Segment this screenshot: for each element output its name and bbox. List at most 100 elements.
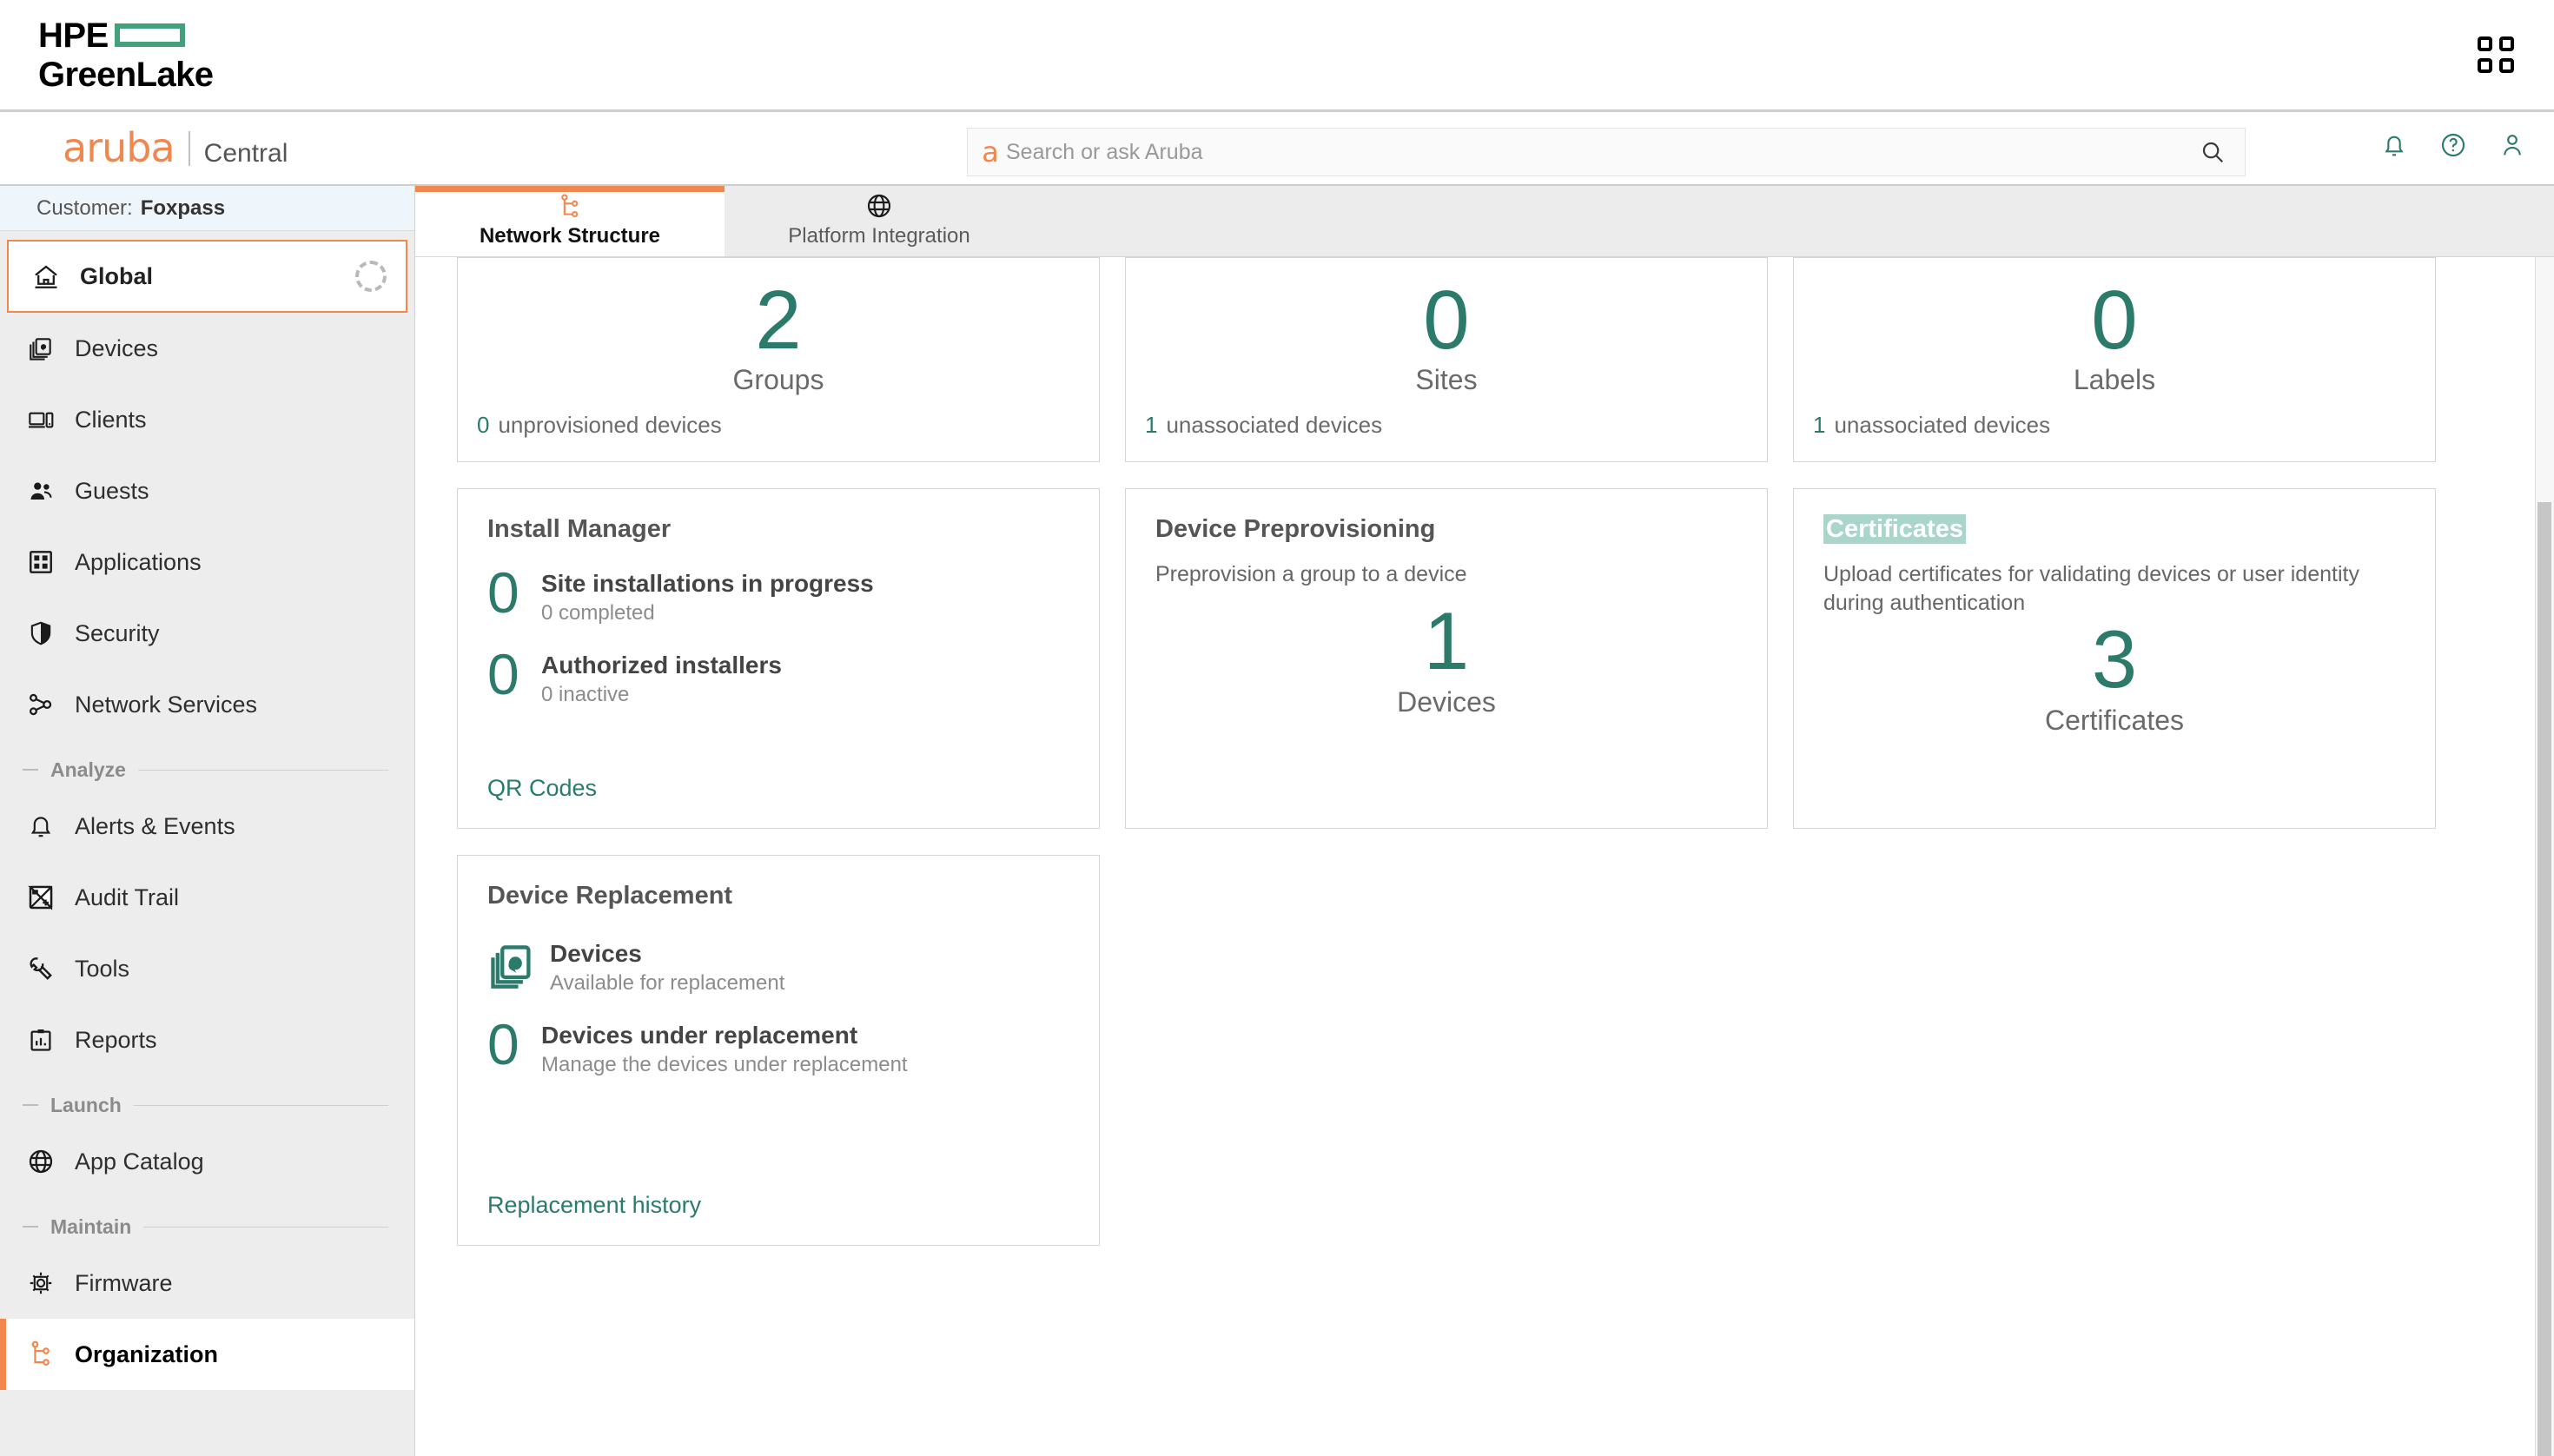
customer-context-bar[interactable]: Customer: Foxpass [0, 186, 414, 231]
device-replacement-metric-under-replacement[interactable]: 0 Devices under replacement Manage the d… [487, 1016, 1069, 1077]
certificates-description: Upload certificates for validating devic… [1823, 562, 2359, 615]
install-manager-card[interactable]: Install Manager 0 Site installations in … [457, 488, 1100, 829]
stat-sub-line[interactable]: 0 unprovisioned devices [477, 412, 1080, 439]
certificates-count: 3 [2091, 613, 2138, 705]
gear-chip-icon [26, 1269, 56, 1297]
reports-clipboard-icon [26, 1026, 56, 1054]
stat-number-wrap: 0 Sites [1145, 273, 1748, 396]
wrench-icon [26, 955, 56, 983]
scrollbar-thumb[interactable] [2537, 502, 2551, 1456]
section-rule [143, 1226, 388, 1228]
feature-card-row-2: Device Replacement Devices Available for… [457, 855, 2493, 1246]
device-replacement-card[interactable]: Device Replacement Devices Available for… [457, 855, 1100, 1246]
sidebar-item-applications[interactable]: Applications [0, 526, 414, 598]
tab-network-structure-label: Network Structure [479, 224, 661, 248]
home-icon [31, 261, 61, 291]
hpe-greenlake-logo[interactable]: HPE GreenLake [38, 16, 214, 92]
sidebar-item-label: App Catalog [75, 1148, 204, 1175]
sidebar-item-audit-trail[interactable]: Audit Trail [0, 862, 414, 933]
sidebar-item-label: Network Services [75, 691, 258, 718]
certificates-card[interactable]: Certificates Upload certificates for val… [1793, 488, 2436, 829]
sidebar-section-launch: Launch [0, 1075, 414, 1126]
stat-number: 0 [1423, 273, 1470, 367]
header-icon-group [2380, 131, 2526, 159]
stat-sub-number: 0 [477, 412, 490, 438]
guests-people-icon [26, 477, 56, 505]
sidebar-item-tools[interactable]: Tools [0, 933, 414, 1004]
groups-stat-card[interactable]: 2 Groups 0 unprovisioned devices [457, 257, 1100, 462]
search-input[interactable] [1006, 139, 2200, 165]
stat-sub-line[interactable]: 1 unassociated devices [1813, 412, 2416, 439]
search-icon[interactable] [2200, 139, 2226, 165]
qr-codes-link[interactable]: QR Codes [487, 775, 597, 802]
audit-trail-icon [26, 884, 56, 911]
brand-divider [188, 130, 190, 166]
sidebar-item-label: Organization [75, 1340, 219, 1367]
stat-sub-number: 1 [1145, 412, 1158, 438]
aruba-a-icon: a [982, 136, 999, 169]
metric-number: 0 [487, 642, 519, 706]
stat-sub-number: 1 [1813, 412, 1826, 438]
help-circle-icon[interactable] [2439, 131, 2467, 159]
metric-number: 0 [487, 560, 519, 625]
certificates-title: Certificates [1823, 514, 1966, 544]
devices-stack-icon [487, 942, 541, 995]
greenlake-top-bar: HPE GreenLake [0, 0, 2554, 112]
sidebar-item-app-catalog[interactable]: App Catalog [0, 1126, 414, 1197]
sidebar-item-clients[interactable]: Clients [0, 384, 414, 455]
stat-sub-line[interactable]: 1 unassociated devices [1145, 412, 1748, 439]
device-replacement-title: Device Replacement [487, 882, 733, 910]
sidebar-item-label: Devices [75, 334, 159, 361]
sidebar-item-devices[interactable]: Devices [0, 313, 414, 384]
labels-stat-card[interactable]: 0 Labels 1 unassociated devices [1793, 257, 2436, 462]
hpe-wordmark: HPE [38, 16, 109, 55]
device-preprovisioning-description: Preprovision a group to a device [1155, 562, 1467, 586]
network-nodes-icon [26, 691, 56, 718]
sidebar-item-label: Alerts & Events [75, 812, 235, 839]
sidebar-item-reports[interactable]: Reports [0, 1004, 414, 1075]
aruba-central-brand[interactable]: aruba Central [63, 128, 288, 169]
metric-secondary-label: Available for replacement [550, 971, 785, 995]
sidebar-item-label: Reports [75, 1026, 157, 1053]
applications-grid-icon [26, 548, 56, 576]
apps-grid-icon[interactable] [2478, 36, 2518, 76]
install-manager-metric-authorized-installers[interactable]: 0 Authorized installers 0 inactive [487, 642, 1069, 707]
section-dash [23, 769, 38, 771]
tab-platform-integration[interactable]: Platform Integration [725, 186, 1034, 256]
sidebar-item-firmware[interactable]: Firmware [0, 1248, 414, 1319]
sidebar-item-network-services[interactable]: Network Services [0, 669, 414, 740]
notifications-bell-icon[interactable] [2380, 131, 2408, 159]
sidebar-item-guests[interactable]: Guests [0, 455, 414, 526]
bell-icon [26, 812, 56, 840]
left-navigation-sidebar: Customer: Foxpass Global Devices Clients G… [0, 186, 415, 1456]
globe-icon [865, 191, 893, 221]
globe-icon [26, 1148, 56, 1175]
device-preprovisioning-card[interactable]: Device Preprovisioning Preprovision a gr… [1125, 488, 1768, 829]
sidebar-section-analyze: Analyze [0, 740, 414, 791]
section-label: Analyze [50, 758, 126, 781]
section-label: Maintain [50, 1214, 132, 1238]
install-manager-metric-site-installations[interactable]: 0 Site installations in progress 0 compl… [487, 560, 1069, 625]
certificates-title-wrap: Certificates [1823, 514, 2405, 544]
sites-stat-card[interactable]: 0 Sites 1 unassociated devices [1125, 257, 1768, 462]
tab-network-structure[interactable]: Network Structure [415, 186, 725, 256]
device-replacement-metric-available-devices[interactable]: Devices Available for replacement [487, 940, 1069, 996]
certificates-count-label: Certificates [2044, 704, 2185, 736]
content-tabs: Network Structure Platform Integration [415, 186, 2554, 257]
sidebar-item-security[interactable]: Security [0, 598, 414, 669]
sidebar-item-alerts-events[interactable]: Alerts & Events [0, 791, 414, 862]
stat-name: Labels [2073, 364, 2156, 395]
stat-sub-text: unassociated devices [1834, 412, 2051, 438]
sidebar-item-label: Guests [75, 477, 149, 504]
sidebar-item-global-label: Global [80, 262, 154, 289]
sidebar-item-global[interactable]: Global [7, 240, 407, 313]
main-vertical-scrollbar[interactable] [2535, 257, 2554, 1456]
global-search-bar[interactable]: a [967, 128, 2246, 176]
stat-sub-text: unprovisioned devices [498, 412, 722, 438]
section-dash [23, 1104, 38, 1106]
install-manager-title: Install Manager [487, 515, 672, 543]
customer-name: Foxpass [140, 195, 226, 220]
replacement-history-link[interactable]: Replacement history [487, 1192, 701, 1219]
sidebar-item-organization[interactable]: Organization [0, 1319, 414, 1390]
user-account-icon[interactable] [2498, 131, 2526, 159]
